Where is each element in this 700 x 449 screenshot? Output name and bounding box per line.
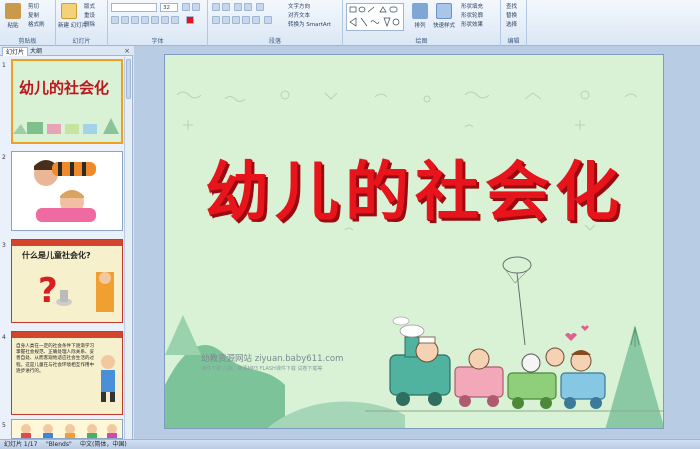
arrange-icon [412, 3, 428, 19]
cut-button[interactable]: 剪切 [28, 2, 39, 10]
paste-icon [5, 3, 21, 19]
thumb-child-illustration [101, 355, 115, 402]
thumb-kids-row [21, 424, 117, 438]
paragraph-label: 段落 [268, 38, 281, 45]
slide-title[interactable]: 幼儿的社会化 [165, 141, 663, 233]
thumb-kids-photo [34, 160, 96, 222]
clipboard-group: 粘贴 剪切 复制 格式刷 剪贴板 [0, 0, 56, 46]
slide-thumb-5[interactable] [11, 419, 123, 439]
thumb-number: 1 [2, 62, 6, 69]
font-color-icon[interactable] [186, 16, 194, 24]
thumb-number: 4 [2, 334, 6, 341]
bullets-icon[interactable] [212, 3, 220, 11]
spacing-icon[interactable] [161, 16, 169, 24]
format-painter-button[interactable]: 格式刷 [28, 20, 45, 28]
numbering-icon[interactable] [222, 3, 230, 11]
font-group: 32 字体 [108, 0, 208, 46]
delete-button[interactable]: 删除 [84, 20, 95, 28]
new-slide-icon [61, 3, 77, 19]
thumb-top-band [12, 240, 122, 246]
shapes-gallery[interactable] [346, 3, 404, 31]
thumb-title: 幼儿的社会化 [19, 79, 110, 97]
distribute-icon[interactable] [252, 16, 260, 24]
scrollbar-thumb[interactable] [126, 59, 131, 99]
shadow-icon[interactable] [151, 16, 159, 24]
language-indicator[interactable]: 中文(简体，中国) [80, 440, 127, 449]
thumb-top-band [12, 332, 122, 338]
align-left-icon[interactable] [212, 16, 220, 24]
font-size-combo[interactable]: 32 [160, 3, 178, 12]
layout-button[interactable]: 版式 [84, 2, 95, 10]
bold-icon[interactable] [111, 16, 119, 24]
slide-count: 幻灯片 1/17 [4, 441, 38, 448]
quick-styles-button[interactable]: 快速样式 [433, 3, 455, 33]
change-case-icon[interactable] [171, 16, 179, 24]
new-slide-button[interactable]: 新建 幻灯片 [58, 3, 87, 33]
decrease-indent-icon[interactable] [234, 3, 242, 11]
smartart-button[interactable]: 转换为 SmartArt [288, 20, 331, 28]
copy-button[interactable]: 复制 [28, 11, 39, 19]
font-name-combo[interactable] [111, 3, 157, 12]
slides-panel: 幻灯片 大纲 × 1 幼儿的社会化 2 3 什么是儿童社会化? ? 4 自身人类… [0, 46, 133, 439]
tab-outline[interactable]: 大纲 [27, 47, 45, 56]
shrink-font-icon[interactable] [192, 3, 200, 11]
paragraph-group: 文字方向 对齐文本 转换为 SmartArt 段落 [208, 0, 343, 46]
slide-thumb-3[interactable]: 什么是儿童社会化? ? [11, 239, 123, 323]
find-button[interactable]: 查找 [506, 2, 517, 10]
slides-label: 幻灯片 [72, 38, 91, 45]
thumb-question-illustration: ? [38, 271, 114, 312]
select-button[interactable]: 选择 [506, 20, 517, 28]
align-center-icon[interactable] [222, 16, 230, 24]
shapes-icon [349, 6, 400, 27]
columns-icon[interactable] [264, 16, 272, 24]
line-spacing-icon[interactable] [256, 3, 264, 11]
replace-button[interactable]: 替换 [506, 11, 517, 19]
thumb-title: 什么是儿童社会化? [22, 251, 91, 260]
underline-icon[interactable] [131, 16, 139, 24]
tab-slides[interactable]: 幻灯片 [2, 47, 29, 56]
font-label: 字体 [151, 38, 164, 45]
editing-label: 编辑 [507, 38, 520, 45]
align-right-icon[interactable] [232, 16, 240, 24]
slide-thumb-2[interactable] [11, 151, 123, 231]
thumb-body-text: 自身人类在一定的社会条件下逐渐学习掌握社会规范、正确处理人际关系、妥善自处、从而… [16, 344, 95, 374]
shape-fill-button[interactable]: 形状填充 [461, 2, 483, 10]
drawing-label: 绘图 [415, 38, 428, 45]
slides-group: 新建 幻灯片 版式 重设 删除 幻灯片 [56, 0, 108, 46]
close-icon[interactable]: × [124, 47, 130, 55]
slide-thumb-1[interactable]: 幼儿的社会化 [11, 59, 123, 144]
increase-indent-icon[interactable] [244, 3, 252, 11]
theme-name: "Blends" [46, 441, 72, 448]
watermark-text: 幼教资源网站 ziyuan.baby611.com [201, 354, 344, 364]
text-direction-button[interactable]: 文字方向 [288, 2, 310, 10]
panel-scrollbar[interactable] [124, 57, 132, 439]
reset-button[interactable]: 重设 [84, 11, 95, 19]
slide-thumb-4[interactable]: 自身人类在一定的社会条件下逐渐学习掌握社会规范、正确处理人际关系、妥善自处、从而… [11, 331, 123, 415]
thumb-number: 3 [2, 242, 6, 249]
align-text-button[interactable]: 对齐文本 [288, 11, 310, 19]
svg-text:?: ? [38, 271, 58, 311]
status-bar: 幻灯片 1/17 "Blends" 中文(简体，中国) [0, 439, 700, 449]
thumb-train-illustration [13, 118, 119, 134]
watermark-subtext: 课件下载 儿歌、故事MP3 FLASH课件下载 试卷下载等 [201, 366, 323, 372]
panel-tabs: 幻灯片 大纲 × [0, 46, 133, 56]
background-doodles [165, 90, 663, 428]
grow-font-icon[interactable] [182, 3, 190, 11]
slide-canvas[interactable]: 幼儿的社会化 幼教资源网站 ziyuan.baby611.com 课件下载 儿歌… [164, 54, 664, 429]
clipboard-label: 剪贴板 [18, 38, 37, 45]
slide-editing-area: 幼儿的社会化 幼教资源网站 ziyuan.baby611.com 课件下载 儿歌… [134, 46, 700, 439]
justify-icon[interactable] [242, 16, 250, 24]
strikethrough-icon[interactable] [141, 16, 149, 24]
quick-styles-icon [436, 3, 452, 19]
ribbon: 粘贴 剪切 复制 格式刷 剪贴板 新建 幻灯片 版式 重设 删除 幻灯片 32 … [0, 0, 700, 46]
thumb-number: 5 [2, 422, 6, 429]
shape-outline-button[interactable]: 形状轮廓 [461, 11, 483, 19]
shape-effects-button[interactable]: 形状效果 [461, 20, 483, 28]
paste-button[interactable]: 粘贴 [2, 3, 24, 33]
editing-group: 查找 替换 选择 编辑 [501, 0, 527, 46]
thumb-number: 2 [2, 154, 6, 161]
italic-icon[interactable] [121, 16, 129, 24]
drawing-group: 排列 快速样式 形状填充 形状轮廓 形状效果 绘图 [343, 0, 501, 46]
arrange-button[interactable]: 排列 [409, 3, 431, 33]
